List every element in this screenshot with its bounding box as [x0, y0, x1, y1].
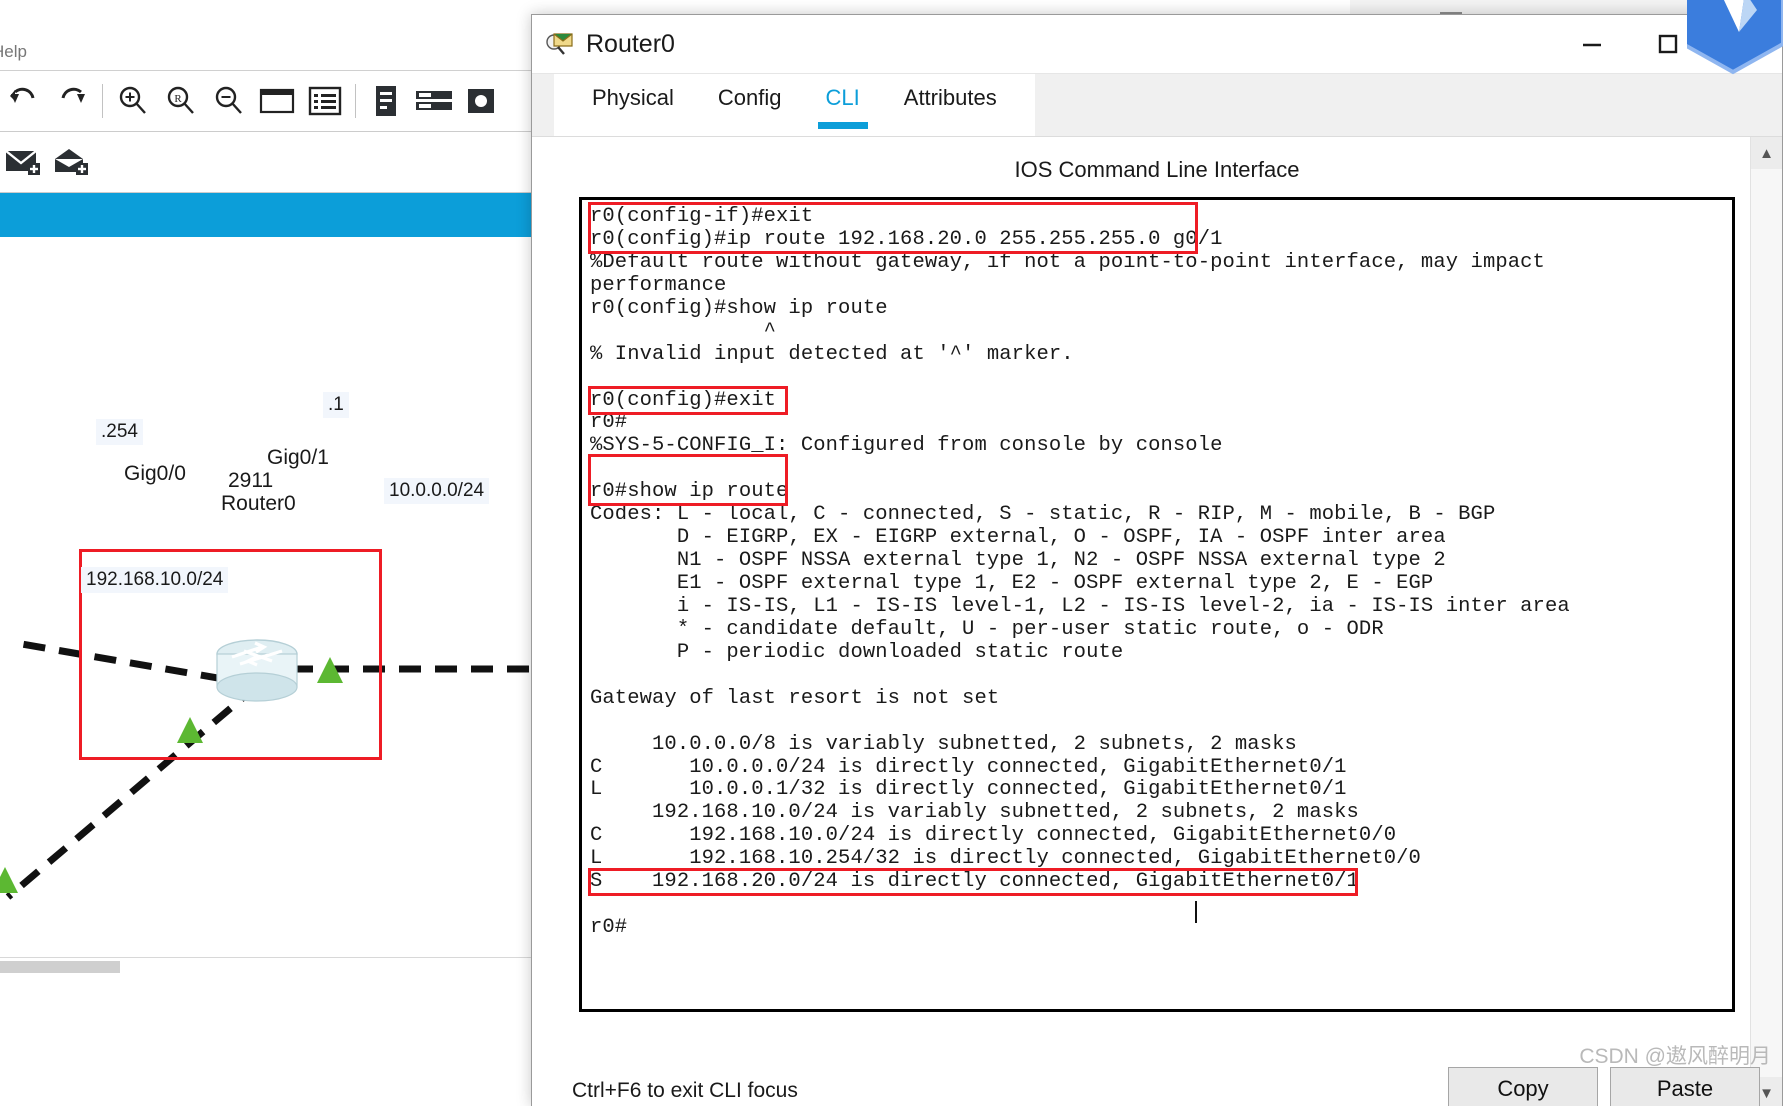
zoom-in-icon[interactable]	[109, 77, 157, 125]
toolbar-separator	[355, 84, 356, 118]
cli-focus-hint: Ctrl+F6 to exit CLI focus	[572, 1079, 798, 1102]
tab-config[interactable]: Config	[696, 74, 804, 136]
window-body: IOS Command Line Interface r0(config-if)…	[532, 137, 1782, 1106]
terminal-line: Codes: L - local, C - connected, S - sta…	[590, 503, 1496, 527]
terminal-line: r0#	[590, 916, 628, 940]
terminal-line: performance	[590, 273, 727, 297]
zoom-reset-icon[interactable]: R	[157, 77, 205, 125]
label-gig0-1: Gig0/1	[267, 446, 329, 469]
label-network-10: 10.0.0.0/24	[384, 478, 490, 504]
terminal-line: %SYS-5-CONFIG_I: Configured from console…	[590, 434, 1223, 458]
server-rack-icon[interactable]	[362, 77, 410, 125]
cli-terminal-container[interactable]: r0(config-if)#exit r0(config)#ip route 19…	[579, 197, 1735, 1012]
workspace-blue-bar	[0, 193, 540, 237]
zoom-out-icon[interactable]	[205, 77, 253, 125]
pdu-toolbar	[0, 132, 540, 193]
redo-icon[interactable]	[48, 77, 96, 125]
minimize-button[interactable]	[1554, 15, 1630, 73]
list-window-icon[interactable]	[301, 77, 349, 125]
paste-button[interactable]: Paste	[1610, 1067, 1760, 1106]
terminal-line: r0#	[590, 411, 628, 435]
scroll-up-icon[interactable]: ▲	[1751, 137, 1782, 169]
terminal-line: P - periodic downloaded static route	[590, 640, 1124, 664]
add-simple-pdu-icon[interactable]	[0, 138, 48, 186]
csdn-watermark: CSDN @遨风醉明月	[1579, 1045, 1771, 1068]
terminal-line: ^	[590, 319, 777, 343]
terminal-line: S 192.168.20.0/24 is directly connected,…	[590, 870, 1359, 894]
terminal-line: r0#show ip route	[590, 480, 789, 504]
main-toolbar: R	[0, 71, 540, 132]
cli-vertical-scrollbar[interactable]: ▲ ▼	[1750, 137, 1782, 1106]
terminal-line: %Default route without gateway, if not a…	[590, 250, 1545, 274]
window-title: Router0	[586, 29, 675, 58]
app-logo-icon	[1687, 0, 1783, 75]
copy-button[interactable]: Copy	[1448, 1067, 1598, 1106]
terminal-line: Gateway of last resort is not set	[590, 686, 1000, 710]
label-network-192: 192.168.10.0/24	[81, 567, 229, 593]
tab-physical-label: Physical	[592, 85, 674, 110]
svg-text:R: R	[174, 93, 182, 105]
terminal-line: D - EIGRP, EX - EIGRP external, O - OSPF…	[590, 526, 1446, 550]
add-complex-pdu-icon[interactable]	[48, 138, 96, 186]
terminal-line: 10.0.0.0/8 is variably subnetted, 2 subn…	[590, 732, 1297, 756]
screen-root: Help	[0, 0, 1783, 1106]
toolbar-separator	[102, 84, 103, 118]
terminal-line: r0(config-if)#exit	[590, 205, 814, 228]
terminal-line: 192.168.10.0/24 is variably subnetted, 2…	[590, 801, 1359, 825]
tab-cli-label: CLI	[825, 85, 860, 110]
window-titlebar[interactable]: Router0	[532, 15, 1782, 74]
tabs-container: Physical Config CLI Attributes	[554, 74, 1035, 136]
connection-icon[interactable]	[458, 77, 506, 125]
terminal-line: i - IS-IS, L1 - IS-IS level-1, L2 - IS-I…	[590, 594, 1570, 618]
terminal-line: * - candidate default, U - per-user stat…	[590, 617, 1384, 641]
terminal-line: C 192.168.10.0/24 is directly connected,…	[590, 824, 1397, 848]
cli-heading: IOS Command Line Interface	[1014, 157, 1300, 182]
tab-physical[interactable]: Physical	[570, 74, 696, 136]
tab-attributes[interactable]: Attributes	[882, 74, 1019, 136]
horizontal-scrollbar-thumb[interactable]	[0, 961, 120, 973]
bottom-panel	[0, 957, 540, 1106]
tab-cli[interactable]: CLI	[804, 74, 882, 136]
label-gig0-0: Gig0/0	[124, 462, 186, 485]
terminal-line: L 10.0.0.1/32 is directly connected, Gig…	[590, 778, 1347, 802]
tab-strip: Physical Config CLI Attributes	[532, 74, 1782, 137]
palette-window-icon[interactable]	[253, 77, 301, 125]
cli-terminal-output[interactable]: r0(config-if)#exit r0(config)#ip route 19…	[582, 200, 1702, 1009]
label-ip-1: .1	[323, 392, 349, 418]
terminal-line: N1 - OSPF NSSA external type 1, N2 - OSP…	[590, 549, 1446, 573]
terminal-line: r0(config)#exit	[590, 388, 777, 412]
undo-icon[interactable]	[0, 77, 48, 125]
packet-tracer-device-icon	[545, 29, 575, 59]
terminal-line: L 192.168.10.254/32 is directly connecte…	[590, 847, 1421, 871]
tab-attributes-label: Attributes	[903, 85, 997, 110]
router0-window: Router0 Physical Config CLI Attributes I…	[531, 14, 1783, 1106]
terminal-line: C 10.0.0.0/24 is directly connected, Gig…	[590, 755, 1347, 779]
footer-buttons: Copy Paste	[1448, 1067, 1760, 1106]
tab-config-label: Config	[717, 85, 782, 110]
text-caret	[1195, 901, 1197, 923]
terminal-line: E1 - OSPF external type 1, E2 - OSPF ext…	[590, 572, 1434, 595]
terminal-line: % Invalid input detected at '^' marker.	[590, 342, 1074, 366]
menu-item-help[interactable]: Help	[0, 42, 27, 62]
network-device-icon[interactable]	[410, 77, 458, 125]
label-ip-254: .254	[96, 419, 143, 445]
terminal-line: r0(config)#show ip route	[590, 296, 888, 320]
menu-bar: Help	[0, 30, 540, 71]
router-model-label: 2911	[228, 469, 274, 492]
network-topology-canvas[interactable]: .254 .1 Gig0/0 Gig0/1 2911 Router0 10.0.…	[0, 237, 540, 957]
terminal-line: r0(config)#ip route 192.168.20.0 255.255…	[590, 227, 1223, 251]
router-name-label: Router0	[221, 492, 296, 515]
